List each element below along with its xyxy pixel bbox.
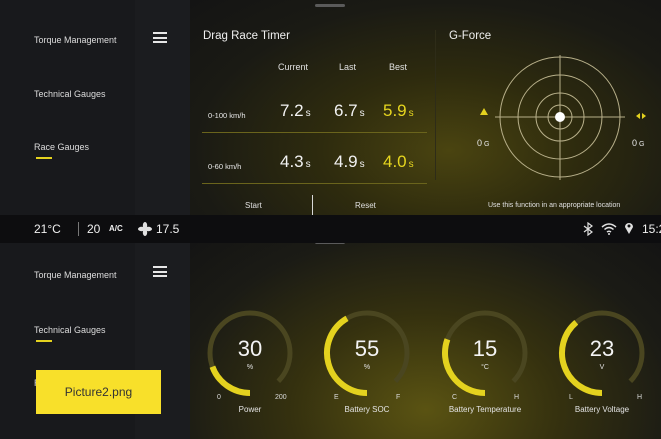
race-panel: Drag Race Timer Current Last Best 0-100 … (190, 0, 661, 215)
fan-icon[interactable] (138, 222, 152, 236)
gauge-name-battery-temperature: Battery Temperature (448, 405, 522, 414)
location-icon (625, 223, 633, 234)
sidebar: Torque Management Technical Gauges Race … (0, 0, 135, 215)
ac-indicator[interactable]: A/C (109, 224, 123, 233)
last-0-100: 6.7 s (334, 101, 365, 120)
gauge-unit: % (363, 364, 371, 371)
gauge-max: H (514, 394, 520, 401)
image-caption: Picture2.png (36, 370, 161, 414)
power-gauge: 30 % 0 200 (205, 298, 295, 408)
gauge-value: 30 (237, 336, 263, 361)
drag-handle[interactable] (315, 243, 345, 244)
wifi-icon (601, 223, 617, 235)
active-indicator (36, 340, 52, 342)
gauge-name-power: Power (238, 405, 262, 414)
gauge-unit: °C (481, 364, 489, 371)
gauge-min: L (569, 394, 573, 401)
button-separator (312, 195, 313, 215)
drag-handle[interactable] (315, 4, 345, 7)
start-button[interactable]: Start (245, 201, 262, 210)
fan-level[interactable]: 20 (87, 222, 100, 236)
gauge-min: E (334, 394, 339, 401)
usage-note: Use this function in an appropriate loca… (488, 202, 621, 209)
row-label-0-100: 0-100 km/h (208, 111, 246, 120)
row-label-0-60: 0-60 km/h (208, 162, 242, 171)
gauge-min: 0 (217, 394, 221, 401)
gauge-value: 15 (472, 336, 498, 361)
gauge-unit: % (246, 364, 254, 371)
best-0-100: 5.9 s (383, 101, 414, 120)
menu-icon[interactable] (153, 266, 167, 277)
header-best: Best (389, 62, 408, 72)
gauges-panel: 30 % 0 200 Power 55 % E F Battery SOC 15… (190, 243, 661, 439)
header-current: Current (278, 62, 309, 72)
gauge-value: 55 (354, 336, 380, 361)
sidebar-item-technical-gauges[interactable]: Technical Gauges (34, 325, 106, 335)
gauge-max: H (637, 394, 643, 401)
battery-voltage-gauge: 23 V L H (557, 298, 647, 408)
g-force-title: G-Force (449, 30, 492, 42)
climate-status-bar: 21°C 20 A/C 17.5 15:2 (0, 215, 661, 243)
drag-race-timer-title: Drag Race Timer (203, 30, 290, 42)
sidebar-item-race-gauges[interactable]: Race Gauges (34, 142, 89, 152)
gauge-max: 200 (275, 394, 287, 401)
g-force-left-readout: 0G (477, 138, 490, 148)
gauge-value: 23 (589, 336, 615, 361)
bluetooth-icon (583, 222, 593, 236)
fan-speed-readout: 17.5 (156, 222, 180, 236)
sidebar-item-technical-gauges[interactable]: Technical Gauges (34, 89, 106, 99)
row-divider (202, 132, 427, 133)
active-indicator (36, 157, 52, 159)
sidebar-item-torque-management[interactable]: Torque Management (34, 270, 117, 280)
status-divider (78, 222, 79, 236)
race-gauges-screen: Torque Management Technical Gauges Race … (0, 0, 661, 215)
gauge-name-battery-soc: Battery SOC (344, 405, 390, 414)
gauge-unit: V (599, 364, 605, 371)
reset-button[interactable]: Reset (355, 201, 376, 210)
current-0-60: 4.3 s (280, 152, 311, 171)
header-last: Last (339, 62, 357, 72)
current-0-100: 7.2 s (280, 101, 311, 120)
section-divider (435, 30, 436, 180)
battery-soc-gauge: 55 % E F (322, 298, 412, 408)
menu-icon[interactable] (153, 32, 167, 43)
best-0-60: 4.0 s (383, 152, 414, 171)
gauge-min: C (452, 394, 458, 401)
last-0-60: 4.9 s (334, 152, 365, 171)
gauge-name-battery-voltage: Battery Voltage (574, 405, 630, 414)
clock: 15:2 (642, 222, 661, 236)
g-force-right-readout: 0G (632, 138, 645, 148)
battery-temperature-gauge: 15 °C C H (440, 298, 530, 408)
g-force-target (495, 55, 625, 180)
sidebar-item-torque-management[interactable]: Torque Management (34, 35, 117, 45)
left-arrow-icon (480, 108, 488, 115)
controls-divider (202, 183, 427, 184)
gauge-max: F (396, 394, 401, 401)
right-arrow-icon (636, 113, 646, 119)
temperature-readout[interactable]: 21°C (34, 222, 61, 236)
